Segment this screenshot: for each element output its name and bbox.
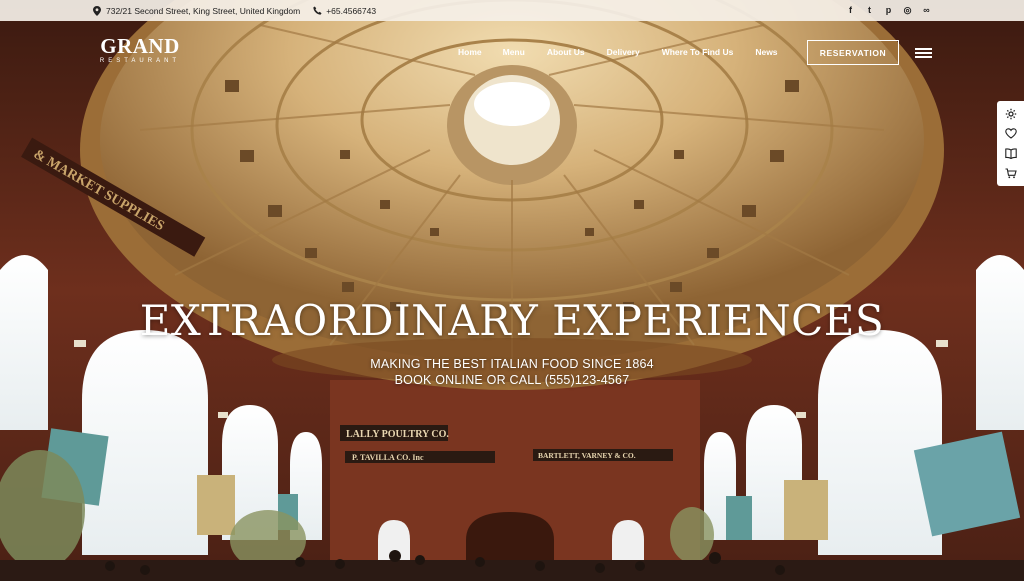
- sign-bartlett: BARTLETT, VARNEY & CO.: [538, 451, 636, 460]
- hero-background: LALLY POULTRY CO. P. TAVILLA CO. Inc BAR…: [0, 0, 1024, 581]
- nav-item-home[interactable]: Home: [458, 47, 482, 57]
- nav-item-news[interactable]: News: [755, 47, 777, 57]
- phone-icon: [312, 6, 322, 16]
- gear-icon[interactable]: [1004, 107, 1018, 121]
- hero-scene: LALLY POULTRY CO. P. TAVILLA CO. Inc BAR…: [0, 0, 1024, 581]
- instagram-icon[interactable]: ◎: [902, 4, 913, 16]
- pinterest-icon[interactable]: p: [883, 4, 894, 16]
- hero-subtitle-line-1: MAKING THE BEST ITALIAN FOOD SINCE 1864: [370, 357, 654, 371]
- hamburger-menu-icon[interactable]: [915, 48, 932, 58]
- sign-lally: LALLY POULTRY CO.: [346, 429, 449, 440]
- hero-title: EXTRAORDINARY EXPERIENCES: [139, 296, 885, 345]
- side-toolbar: [997, 101, 1024, 186]
- hero-subtitle-line-2: BOOK ONLINE OR CALL (555)123-4567: [394, 373, 630, 387]
- tripadvisor-icon[interactable]: ∞: [921, 4, 932, 16]
- map-pin-icon: [92, 5, 102, 16]
- nav-item-about-us[interactable]: About Us: [547, 47, 585, 57]
- heart-icon[interactable]: [1004, 127, 1018, 141]
- logo-main: GRAND: [100, 34, 180, 58]
- main-nav: Home Menu About Us Delivery Where To Fin…: [458, 47, 778, 57]
- sign-tavilla: P. TAVILLA CO. Inc: [352, 453, 424, 462]
- social-links: f t p ◎ ∞: [845, 4, 932, 16]
- top-info-bar: 732/21 Second Street, King Street, Unite…: [0, 0, 1024, 21]
- nav-item-menu[interactable]: Menu: [503, 47, 525, 57]
- cart-icon[interactable]: [1004, 166, 1018, 180]
- reservation-button[interactable]: RESERVATION: [807, 40, 899, 65]
- address[interactable]: 732/21 Second Street, King Street, Unite…: [92, 5, 301, 16]
- logo-sub: RESTAURANT: [99, 58, 181, 64]
- nav-item-delivery[interactable]: Delivery: [607, 47, 640, 57]
- phone-text: +65.4566743: [326, 5, 377, 16]
- phone[interactable]: +65.4566743: [312, 6, 376, 16]
- logo[interactable]: GRAND RESTAURANT: [92, 34, 188, 65]
- facebook-icon[interactable]: f: [845, 4, 856, 16]
- nav-item-where-to-find-us[interactable]: Where To Find Us: [662, 47, 734, 57]
- book-icon[interactable]: [1004, 146, 1018, 160]
- contact-info: 732/21 Second Street, King Street, Unite…: [92, 5, 376, 16]
- address-text: 732/21 Second Street, King Street, Unite…: [106, 5, 301, 16]
- twitter-icon[interactable]: t: [864, 4, 875, 16]
